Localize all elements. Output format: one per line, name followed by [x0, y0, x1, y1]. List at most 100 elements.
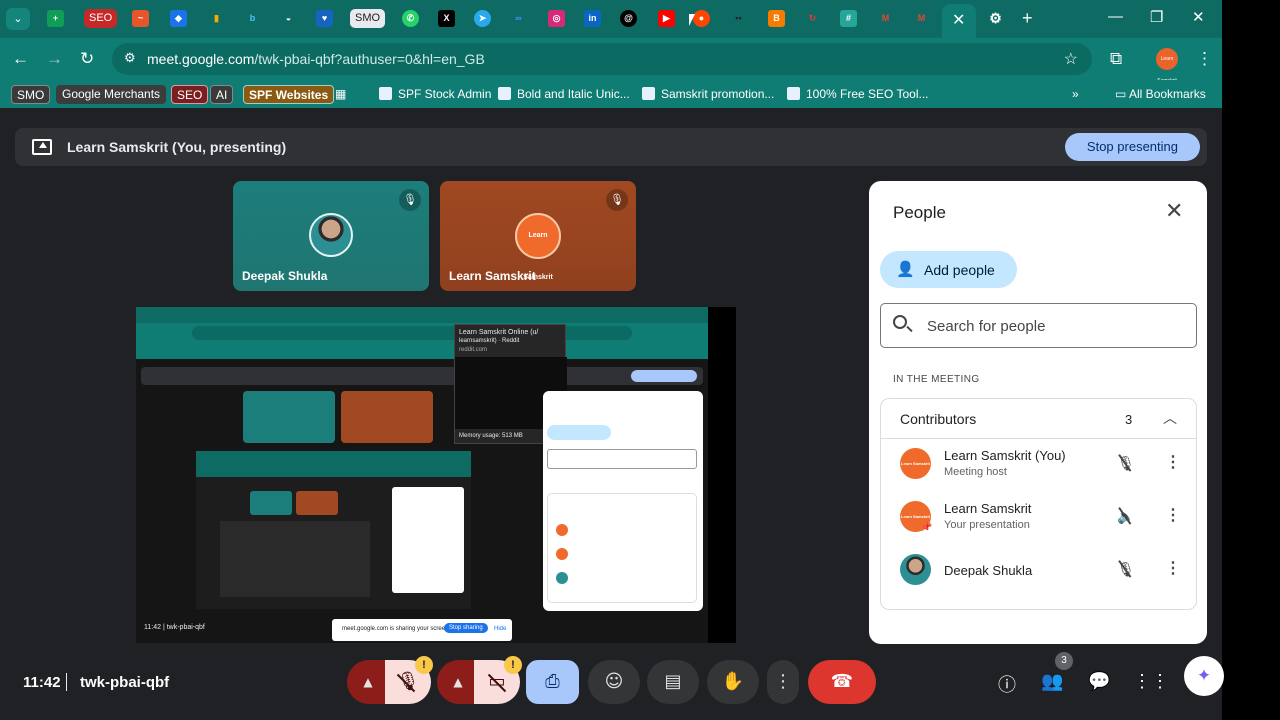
activities-icon[interactable]: ⋮⋮ — [1133, 671, 1169, 692]
more-options-icon[interactable]: ⋮ — [1165, 452, 1181, 472]
bookmark-bold-italic[interactable]: Bold and Italic Unic... — [498, 85, 630, 104]
participant-tile[interactable]: 🎙 Deepak Shukla — [233, 181, 429, 291]
minimize-icon[interactable]: — — [1108, 8, 1123, 25]
close-panel-icon[interactable]: ✕ — [1165, 199, 1183, 224]
raise-hand-button[interactable]: ✋ — [707, 660, 759, 704]
mic-off-icon[interactable]: 🎙 — [1117, 561, 1135, 578]
profile-avatar[interactable]: Learn Samskrit — [1156, 48, 1178, 84]
seo-tab-pill[interactable]: SEO — [84, 9, 118, 28]
bookmark-star-icon[interactable]: ☆ — [1064, 49, 1078, 69]
reddit-tab-icon[interactable]: ● — [693, 10, 710, 27]
more-options-icon[interactable]: ⋮ — [1165, 558, 1181, 578]
close-tab-icon[interactable]: ✕ — [952, 10, 965, 30]
blogger-tab-icon[interactable]: B — [768, 10, 785, 27]
participant-row[interactable]: Deepak Shukla 🎙 ⋮ — [881, 545, 1196, 597]
contributors-header[interactable]: Contributors 3 ︿ — [881, 399, 1196, 439]
search-box[interactable] — [880, 303, 1197, 348]
add-people-button[interactable]: 👤 Add people — [880, 251, 1017, 288]
present-button[interactable]: ⎙ — [526, 660, 579, 704]
all-bookmarks[interactable]: ▭ All Bookmarks — [1115, 85, 1206, 104]
shared-tile — [243, 391, 335, 443]
shared-toolbar — [136, 323, 708, 343]
stop-presenting-button[interactable]: Stop presenting — [1064, 133, 1200, 161]
sheets-tab-icon[interactable]: + — [47, 10, 64, 27]
nested-chrome — [196, 451, 471, 477]
telegram-tab-icon[interactable]: ➤ — [474, 10, 491, 27]
camera-options-chevron-icon[interactable]: ▲ — [437, 660, 479, 704]
participant-row[interactable]: Learn Samskrit 📌 Learn Samskrit Your pre… — [881, 492, 1196, 544]
people-icon[interactable]: 👥 — [1041, 671, 1063, 692]
window-close-icon[interactable]: ✕ — [1192, 8, 1205, 26]
section-label: IN THE MEETING — [893, 374, 980, 385]
more-options-button[interactable]: ⋮ — [767, 660, 799, 704]
gmail-tab-icon[interactable]: M — [877, 10, 894, 27]
smo-tab-pill[interactable]: SMO — [350, 9, 386, 28]
hashtag-tab-icon[interactable]: # — [840, 10, 857, 27]
meta-tab-icon[interactable]: ∞ — [510, 10, 527, 27]
site-info-icon[interactable]: ⚙ — [124, 50, 136, 66]
threads-tab-icon[interactable]: @ — [620, 10, 637, 27]
whatsapp-tab-icon[interactable]: ✆ — [402, 10, 419, 27]
linkedin-tab-icon[interactable]: in — [584, 10, 601, 27]
chat-icon[interactable]: 💬 — [1088, 671, 1110, 692]
participant-role: Meeting host — [944, 466, 1007, 478]
browser-menu-icon[interactable]: ⋮ — [1196, 49, 1213, 69]
gmail-tab-icon[interactable]: M — [913, 10, 930, 27]
mic-off-icon[interactable]: 🎙 — [1117, 455, 1135, 472]
reload-icon[interactable]: ↻ — [80, 49, 94, 69]
chevron-up-icon[interactable]: ︿ — [1163, 408, 1177, 428]
restore-icon[interactable]: ❐ — [1150, 8, 1163, 26]
group-count: 3 — [1125, 412, 1133, 427]
shield-tab-icon[interactable]: ♥ — [316, 10, 333, 27]
analytics-tab-icon[interactable]: ▮ — [208, 10, 225, 27]
side-margin — [1222, 0, 1280, 720]
bookmark-free-seo-tool[interactable]: 100% Free SEO Tool... — [787, 85, 929, 104]
avatar — [309, 213, 353, 257]
shared-meeting-info: 11:42 | twk-pbai-qbf — [144, 624, 205, 631]
popup-memory: Memory usage: 513 MB — [459, 433, 523, 439]
refresh-tab-icon[interactable]: ↻ — [804, 10, 821, 27]
x-tab-icon[interactable]: X — [438, 10, 455, 27]
mic-options-chevron-icon[interactable]: ▲ — [347, 660, 389, 704]
gemini-icon[interactable]: ✦ — [1184, 656, 1224, 696]
bookmark-spf-websites[interactable]: SPF Websites — [243, 85, 335, 104]
leave-call-button[interactable]: ☎ — [808, 660, 876, 704]
brand-tab-icon[interactable]: ~ — [132, 10, 149, 27]
reactions-button[interactable]: ☺ — [588, 660, 640, 704]
extensions-icon[interactable]: ⧉ — [1110, 49, 1122, 69]
forward-icon[interactable]: → — [46, 49, 63, 69]
meeting-details-icon[interactable]: ⓘ — [998, 671, 1016, 697]
bookmark-smo[interactable]: SMO — [11, 85, 51, 104]
new-tab-icon[interactable]: + — [1022, 8, 1033, 29]
meeting-time: 11:42 — [23, 674, 61, 691]
apps-grid-icon[interactable]: ▦ — [335, 85, 346, 104]
captions-button[interactable]: ▤ — [647, 660, 699, 704]
participant-name: Learn Samskrit — [449, 269, 536, 283]
grid-tab-icon[interactable]: ▪▪ — [730, 10, 747, 27]
participant-row[interactable]: Learn Samskrit Learn Samskrit (You) Meet… — [881, 439, 1196, 491]
bookmark-samskrit-promotion[interactable]: Samskrit promotion... — [642, 85, 774, 104]
add-people-label: Add people — [924, 262, 995, 278]
youtube-tab-icon[interactable]: ▶ — [658, 10, 675, 27]
instagram-tab-icon[interactable]: ◎ — [548, 10, 565, 27]
diamond-tab-icon[interactable]: ◆ — [170, 10, 187, 27]
settings-tab-icon[interactable]: ⚙ — [987, 10, 1004, 27]
speaker-off-icon[interactable]: 🔈 — [1117, 508, 1134, 525]
popup-title: Learn Samskrit Online (u/ — [459, 329, 539, 336]
more-options-icon[interactable]: ⋮ — [1165, 505, 1181, 525]
incognito-tab-icon[interactable]: ◒ — [280, 10, 297, 27]
bookmark-ai[interactable]: AI — [210, 85, 234, 104]
bookmark-seo[interactable]: SEO — [171, 85, 209, 104]
shared-time: 11:42 — [144, 624, 161, 631]
nested-panel — [392, 487, 464, 593]
tab-search-dropdown-icon[interactable]: ⌄ — [6, 8, 30, 30]
bing-tab-icon[interactable]: b — [244, 10, 261, 27]
bookmark-google-merchants[interactable]: Google Merchants — [56, 85, 167, 104]
search-input[interactable] — [927, 315, 1187, 337]
back-icon[interactable]: ← — [12, 49, 29, 69]
more-bookmarks-icon[interactable]: » — [1072, 85, 1079, 104]
bookmark-spf-stock-admin[interactable]: SPF Stock Admin — [379, 85, 491, 104]
address-bar[interactable]: ⚙ meet.google.com/twk-pbai-qbf?authuser=… — [112, 43, 1092, 75]
participant-tile[interactable]: 🎙 Learn Samskrit Learn Samskrit — [440, 181, 636, 291]
bookmark-label: 100% Free SEO Tool... — [806, 87, 929, 101]
